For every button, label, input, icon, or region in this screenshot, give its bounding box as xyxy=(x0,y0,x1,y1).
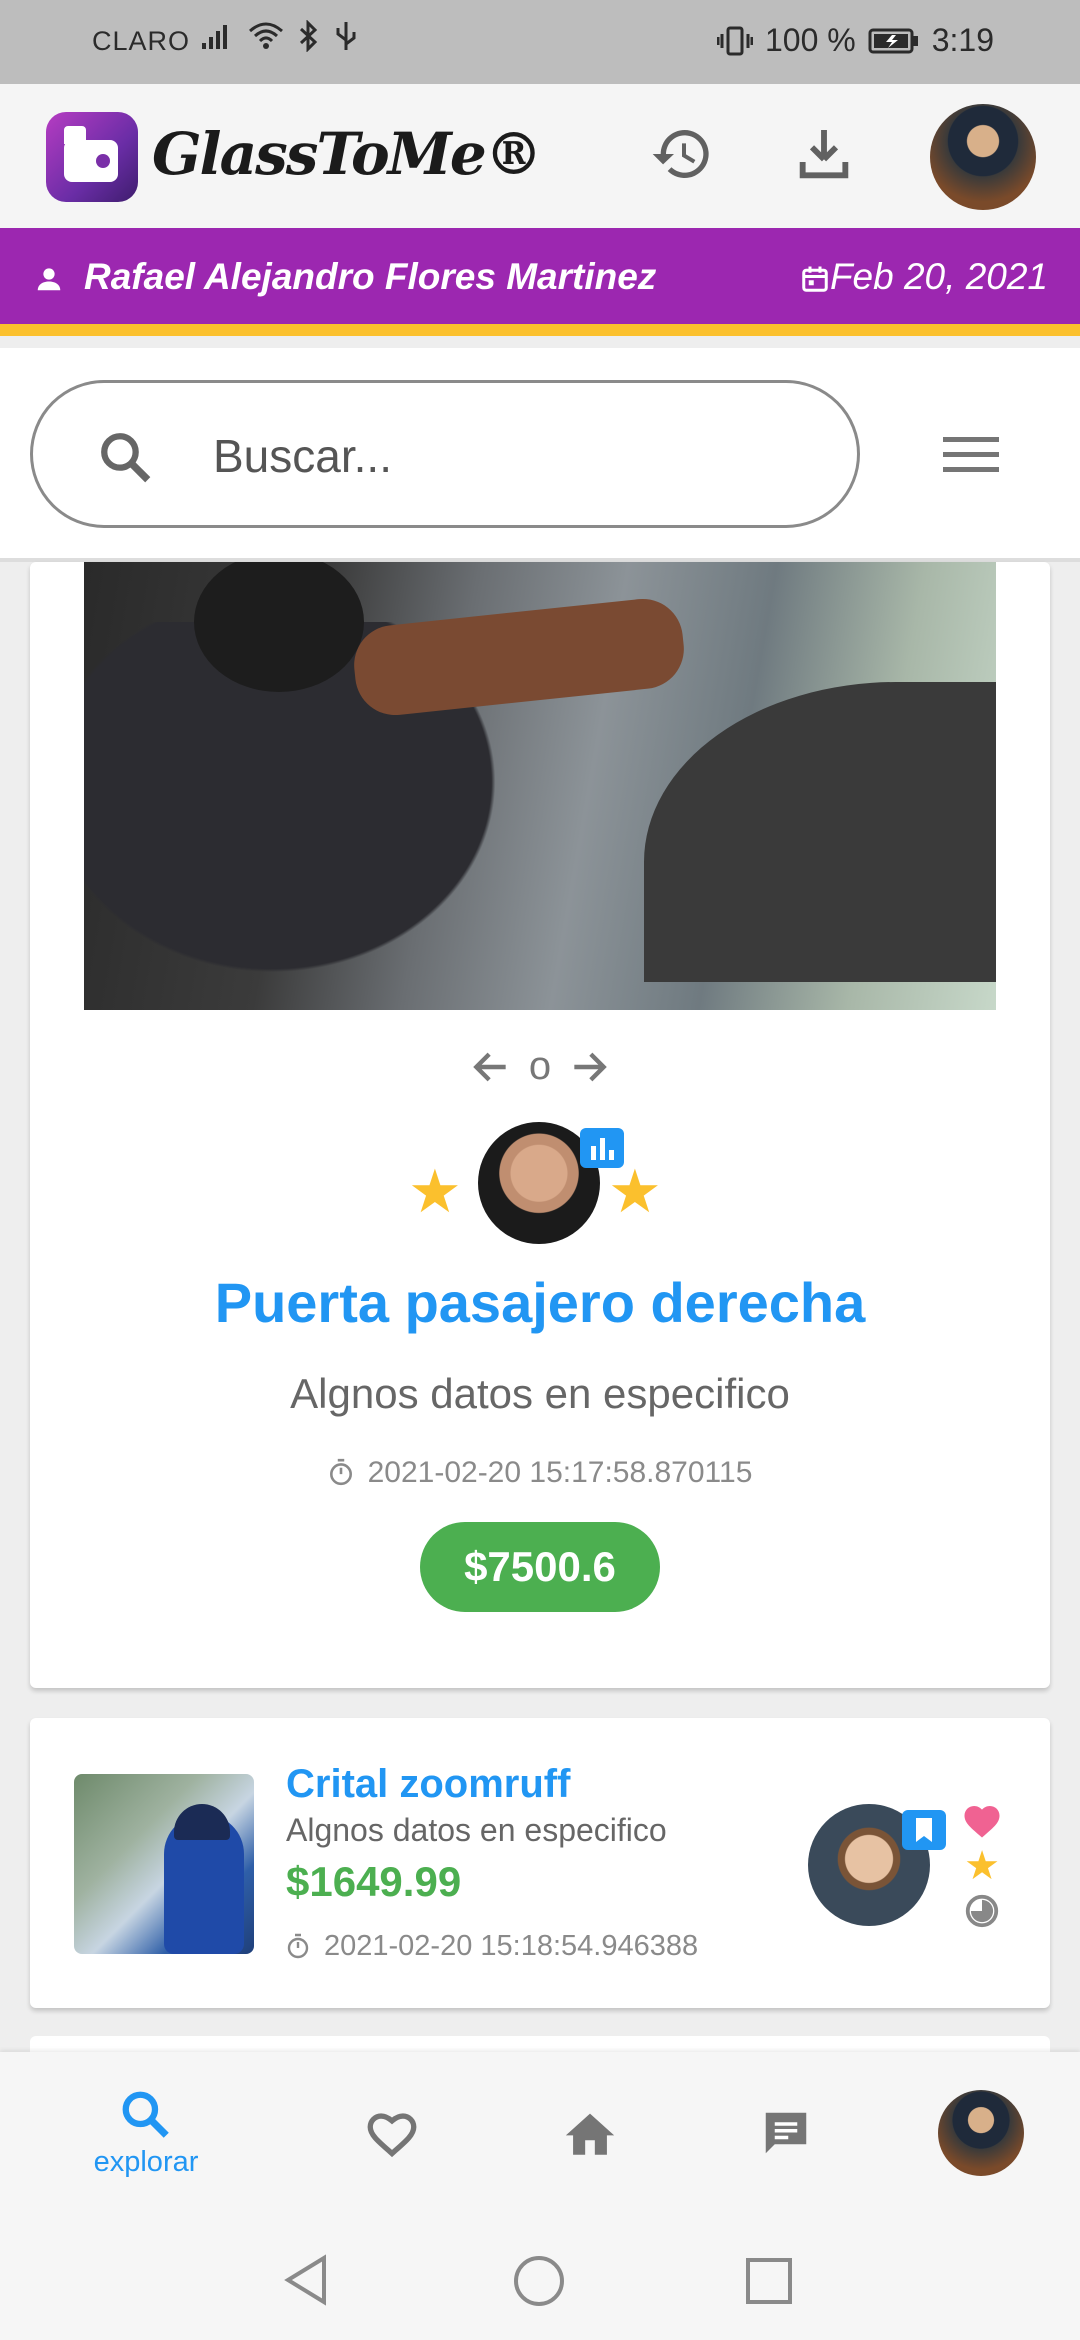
featured-title[interactable]: Puerta pasajero derecha xyxy=(30,1270,1050,1335)
star-icon[interactable]: ★ xyxy=(964,1846,1000,1886)
rating-star-icon: ★ xyxy=(608,1158,662,1225)
hamburger-menu-icon xyxy=(943,437,999,472)
carousel-pager: o xyxy=(30,1044,1050,1089)
listing-timestamp: 2021-02-20 15:18:54.946388 xyxy=(286,1930,698,1963)
arrow-left-icon[interactable] xyxy=(469,1045,513,1089)
usb-icon xyxy=(336,22,356,50)
search-icon xyxy=(122,2091,169,2138)
nav-explore-label: explorar xyxy=(93,2145,199,2178)
history-button[interactable] xyxy=(646,118,718,190)
bookmark-badge xyxy=(902,1810,946,1850)
listing-timestamp-text: 2021-02-20 15:18:54.946388 xyxy=(324,1930,699,1962)
status-bar: CLARO 100 % 3:19 xyxy=(0,0,1080,84)
technician-row: ★ ★ xyxy=(30,1122,1050,1252)
nav-home[interactable] xyxy=(550,2052,630,2214)
nav-explore[interactable]: explorar xyxy=(76,2052,216,2214)
list-item[interactable]: Crital zoomruff Algnos datos en especifi… xyxy=(30,1718,1050,2008)
chat-icon xyxy=(765,2112,807,2154)
bookmark-icon xyxy=(916,1818,932,1842)
user-name: Rafael Alejandro Flores Martinez xyxy=(84,256,657,297)
system-navigation xyxy=(0,2214,1080,2340)
listing-subtitle: Algnos datos en especifico xyxy=(286,1812,667,1848)
vibrate-icon xyxy=(716,26,753,55)
download-button[interactable] xyxy=(788,118,860,190)
featured-price[interactable]: $7500.6 xyxy=(420,1522,660,1612)
app-brand: GlassToMe® xyxy=(152,120,543,188)
clock: 3:19 xyxy=(931,22,994,58)
listing-title[interactable]: Crital zoomruff xyxy=(286,1762,570,1807)
home-icon xyxy=(565,2113,615,2155)
wifi-icon xyxy=(249,22,283,49)
search-icon xyxy=(101,433,151,483)
history-icon xyxy=(652,130,709,178)
arrow-right-icon[interactable] xyxy=(567,1045,611,1089)
download-icon xyxy=(799,130,849,179)
rating-star-icon: ★ xyxy=(408,1158,462,1225)
calendar-icon xyxy=(802,266,828,292)
user-bar: Rafael Alejandro Flores Martinez Feb 20,… xyxy=(0,228,1080,336)
menu-button[interactable] xyxy=(936,420,1006,490)
home-circle-icon[interactable] xyxy=(512,2254,566,2308)
current-date: Feb 20, 2021 xyxy=(829,256,1048,297)
app-bar: GlassToMe® xyxy=(0,84,1080,228)
person-icon xyxy=(37,268,61,291)
nav-favorites[interactable] xyxy=(352,2052,432,2214)
signal-icon xyxy=(202,25,227,49)
search-input[interactable] xyxy=(213,419,813,493)
nav-profile-avatar xyxy=(938,2090,1024,2176)
listing-thumbnail xyxy=(74,1774,254,1954)
featured-subtitle: Algnos datos en especifico xyxy=(290,1370,790,1417)
search-area xyxy=(0,348,1080,562)
heart-icon[interactable] xyxy=(961,1800,1003,1840)
heart-outline-icon xyxy=(367,2113,417,2158)
bottom-navigation: explorar xyxy=(0,2052,1080,2214)
status-right: 100 % 3:19 xyxy=(716,22,994,59)
app-logo xyxy=(46,112,138,202)
progress-circle-icon xyxy=(965,1894,999,1928)
profile-avatar[interactable] xyxy=(930,104,1036,210)
battery-icon xyxy=(868,28,918,53)
search-box[interactable] xyxy=(30,380,860,528)
listing-price: $1649.99 xyxy=(286,1858,462,1905)
timer-icon xyxy=(287,1933,309,1959)
featured-photo xyxy=(84,562,996,1010)
featured-card[interactable]: o ★ ★ Puerta pasajero derecha Algnos dat… xyxy=(30,562,1050,1688)
system-icons xyxy=(200,20,358,52)
back-icon[interactable] xyxy=(282,2254,330,2306)
nav-profile[interactable] xyxy=(936,2052,1026,2214)
listing-actions: ★ xyxy=(960,1800,1004,1930)
carrier-name: CLARO xyxy=(92,26,191,56)
carousel-indicator: o xyxy=(528,1044,552,1088)
recents-icon[interactable] xyxy=(744,2256,794,2306)
battery-percent: 100 % xyxy=(764,22,856,58)
bluetooth-icon xyxy=(299,20,318,52)
featured-timestamp-text: 2021-02-20 15:17:58.870115 xyxy=(367,1456,753,1489)
nav-messages[interactable] xyxy=(746,2052,826,2214)
featured-timestamp: 2021-02-20 15:17:58.870115 xyxy=(30,1456,1050,1490)
timer-icon xyxy=(329,1458,352,1486)
